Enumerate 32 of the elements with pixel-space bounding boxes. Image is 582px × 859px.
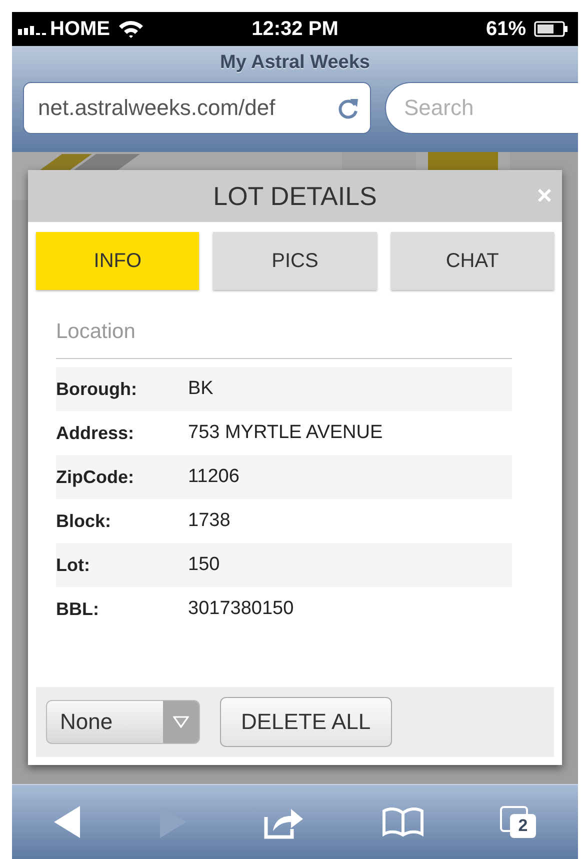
clock-time: 12:32 PM — [250, 18, 340, 40]
battery-percent: 61% — [486, 18, 526, 40]
search-field[interactable]: Search — [385, 82, 578, 134]
field-label: Borough: — [56, 378, 138, 400]
wifi-icon — [118, 20, 144, 38]
tab[interactable]: INFO — [36, 232, 200, 290]
battery-icon — [534, 21, 568, 37]
signal-icon — [18, 23, 48, 35]
field-value: BK — [188, 378, 214, 400]
modal-title: LOT DETAILS — [213, 180, 377, 212]
field-value: 150 — [188, 554, 220, 576]
tab[interactable]: PICS — [213, 232, 377, 290]
field-value: 3017380150 — [188, 598, 294, 620]
reload-icon[interactable] — [338, 96, 360, 120]
field-label: BBL: — [56, 598, 100, 620]
field-label: Block: — [56, 510, 112, 532]
field-label: ZipCode: — [56, 466, 135, 488]
field-label: Address: — [56, 422, 136, 444]
carrier-name: HOME — [50, 18, 110, 40]
field-value: 753 MYRTLE AVENUE — [188, 422, 383, 444]
url-field[interactable]: net.astralweeks.com/def — [23, 82, 371, 134]
back-icon[interactable] — [52, 805, 82, 839]
field-value: 1738 — [188, 510, 230, 532]
dropdown-arrow-icon — [173, 716, 189, 728]
bookmarks-icon[interactable] — [380, 807, 424, 837]
filter-select[interactable]: None — [46, 700, 200, 744]
field-label: Lot: — [56, 554, 91, 576]
field-value: 11206 — [188, 466, 240, 488]
section-heading: Location — [56, 320, 512, 359]
page-title: My Astral Weeks — [220, 52, 370, 74]
tab[interactable]: CHAT — [390, 232, 554, 290]
delete-all-button[interactable]: DELETE ALL — [220, 697, 392, 747]
